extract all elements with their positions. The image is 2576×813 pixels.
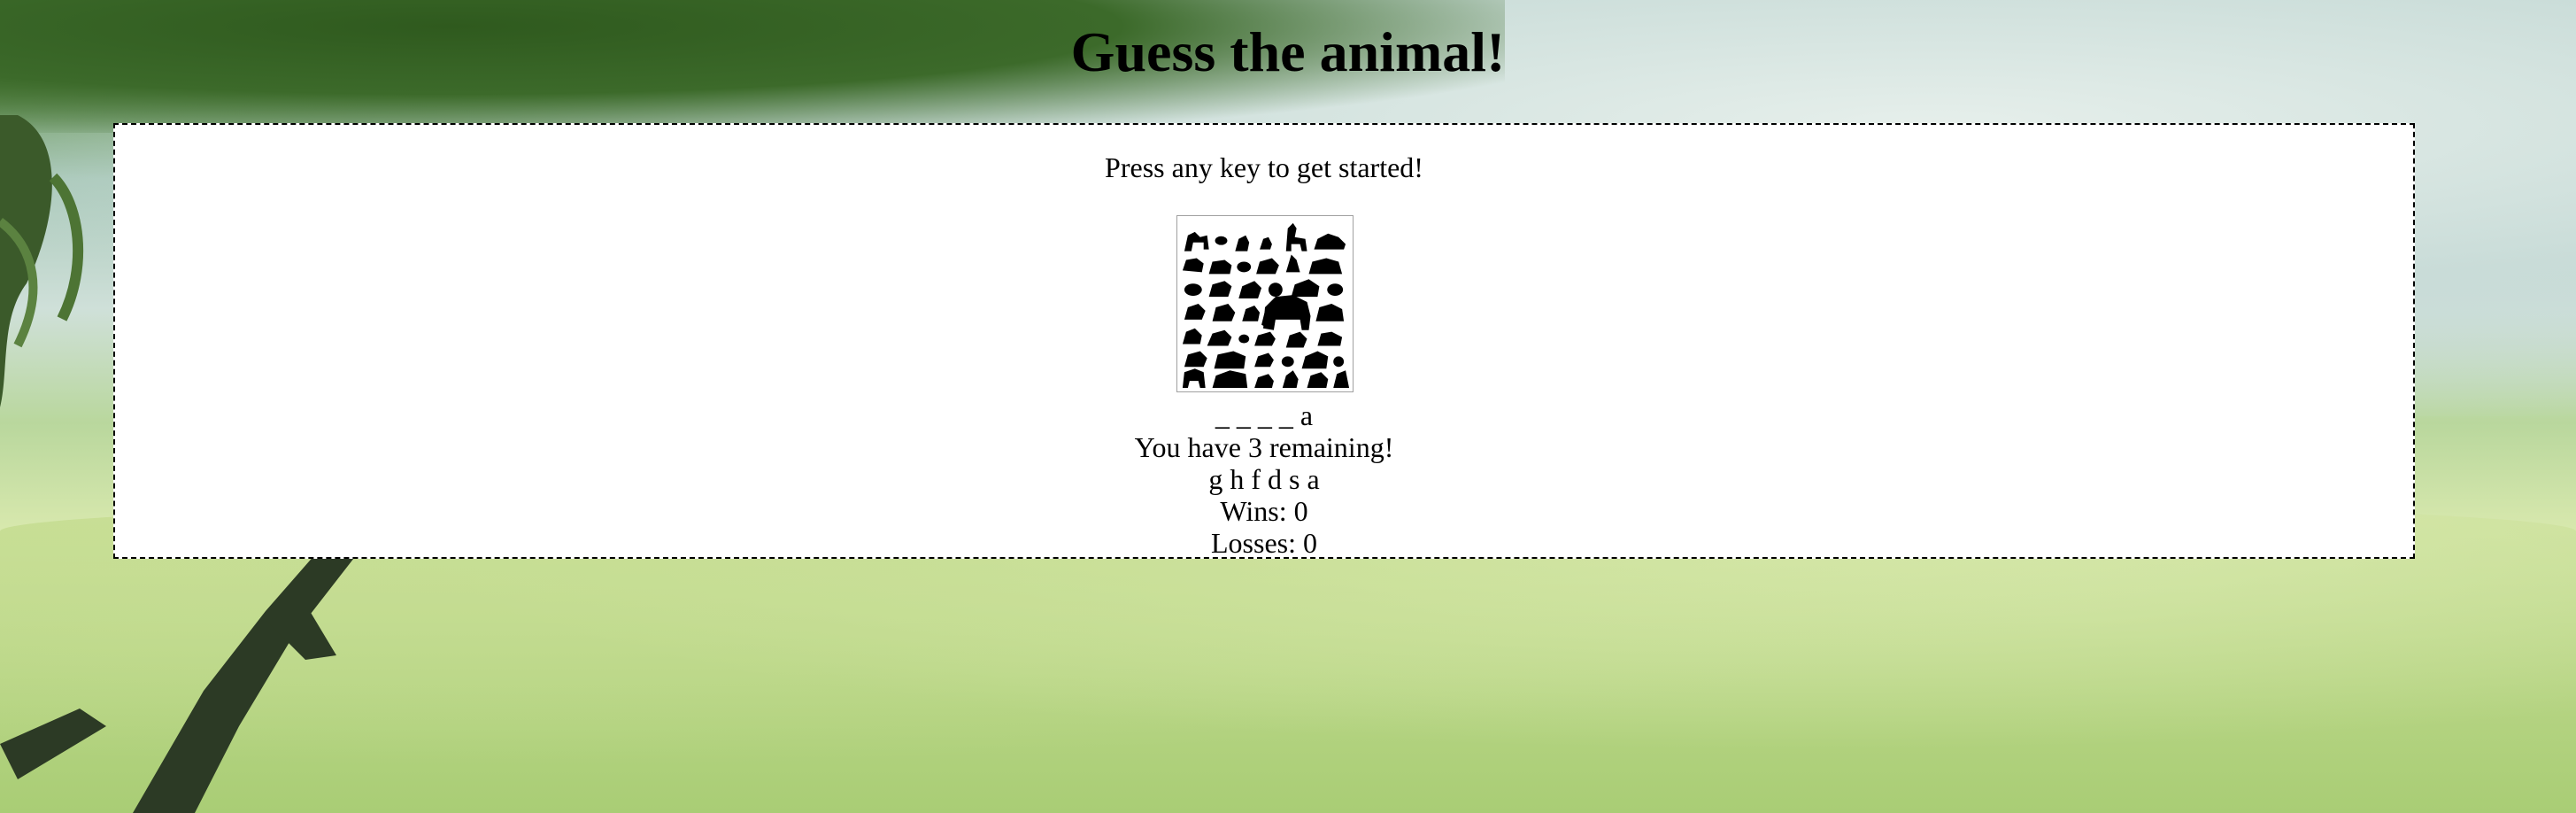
wins-counter: Wins: 0 xyxy=(1220,495,1308,527)
animal-silhouettes-icon xyxy=(1177,216,1353,391)
masked-word: _ _ _ _ a xyxy=(1215,399,1314,431)
guessed-letters: g h f d s a xyxy=(1208,463,1320,495)
losses-counter: Losses: 0 xyxy=(1211,527,1317,559)
game-panel: Press any key to get started! _ _ _ _ a … xyxy=(113,123,2415,559)
start-prompt: Press any key to get started! xyxy=(1105,151,1423,183)
page-title: Guess the animal! xyxy=(1070,20,1506,83)
animal-image xyxy=(1176,215,1354,392)
remaining-guesses: You have 3 remaining! xyxy=(1134,431,1394,463)
